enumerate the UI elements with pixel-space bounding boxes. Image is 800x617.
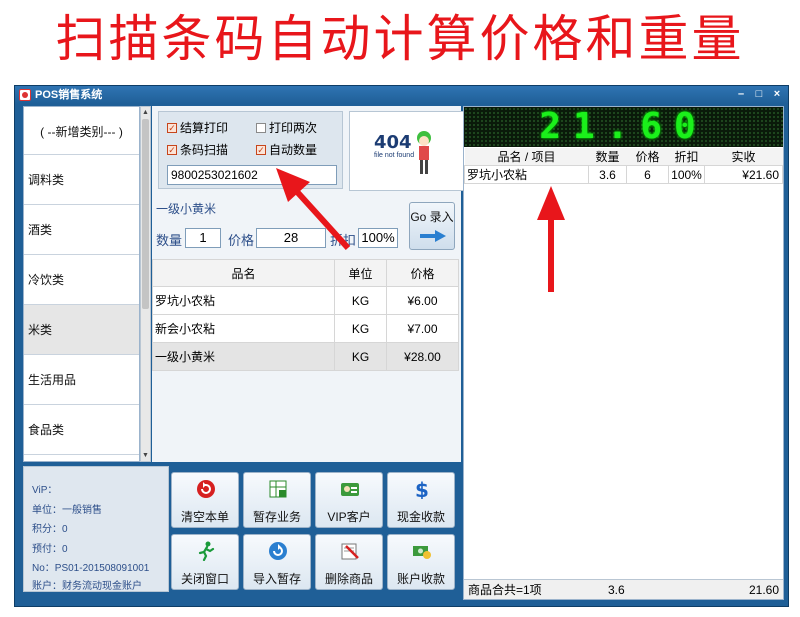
selected-item-name: 一级小黄米 xyxy=(156,202,217,216)
banner-title: 扫描条码自动计算价格和重量 xyxy=(55,10,745,68)
refresh-icon xyxy=(269,542,287,560)
order-info: ViP： 单位：一般销售 积分：0 预付：0 No：PS01-201508091… xyxy=(23,466,169,592)
summary-count: 商品合共=1项 xyxy=(468,583,542,597)
checkmark-icon: ✓ xyxy=(167,122,177,133)
col-header-discount: 折扣 xyxy=(668,148,705,166)
category-list: ( --新增类别--- ) 调料类 酒类 冷饮类 米类 生活用品 食品类 xyxy=(23,106,140,462)
unit-label: 单位：一般销售 xyxy=(32,505,102,516)
checkmark-icon: ✓ xyxy=(167,144,177,155)
category-item[interactable]: 调料类 xyxy=(24,155,139,205)
hold-order-button[interactable]: 暂存业务 xyxy=(243,472,311,528)
annotation-arrow-icon xyxy=(537,186,565,292)
product-image: 404 file not found xyxy=(349,111,464,191)
delete-icon xyxy=(341,543,359,560)
function-buttons: 清空本单 暂存业务 VIP客户 $ 现金收款 关闭窗口 导入暂存 删除商品 账户… xyxy=(171,468,461,594)
qty-label: 数量 xyxy=(156,233,183,248)
summary-total: 21.60 xyxy=(748,583,779,597)
price-label: 价格 xyxy=(228,233,255,248)
table-row[interactable]: 新会小农粘 KG ¥7.00 xyxy=(152,314,459,343)
delete-item-button[interactable]: 删除商品 xyxy=(315,534,383,590)
scroll-down-icon[interactable]: ▼ xyxy=(142,451,149,460)
led-total-display: 21.60 xyxy=(464,107,783,147)
spreadsheet-icon xyxy=(269,480,287,498)
dollar-icon: $ xyxy=(415,479,429,499)
col-header-name: 品名 xyxy=(152,259,335,287)
money-icon xyxy=(413,546,431,559)
table-row[interactable]: 罗坑小农粘 KG ¥6.00 xyxy=(152,286,459,315)
order-number: No：PS01-201508091001 xyxy=(32,563,150,574)
print-twice-checkbox[interactable]: 打印两次 xyxy=(256,119,317,136)
barcode-scan-checkbox[interactable]: ✓ 条码扫描 xyxy=(167,141,228,158)
category-item-selected[interactable]: 米类 xyxy=(24,305,139,355)
cart-panel: 21.60 品名 / 项目 数量 价格 折扣 实收 罗坑小农粘 3.6 6 10… xyxy=(463,106,784,600)
table-row-selected[interactable]: 一级小黄米 KG ¥28.00 xyxy=(152,342,459,371)
arrow-right-icon xyxy=(420,230,446,242)
col-header-unit: 单位 xyxy=(334,259,387,287)
clear-order-button[interactable]: 清空本单 xyxy=(171,472,239,528)
pos-window: POS销售系统 – □ × ( --新增类别--- ) 调料类 酒类 冷饮类 米… xyxy=(14,85,789,607)
category-new[interactable]: ( --新增类别--- ) xyxy=(24,107,139,155)
col-header-price: 价格 xyxy=(386,259,459,287)
vip-card-icon xyxy=(341,483,359,496)
account-label: 账户：财务流动现金账户 xyxy=(32,581,142,592)
print-receipt-checkbox[interactable]: ✓ 结算打印 xyxy=(167,119,228,136)
cash-payment-button[interactable]: $ 现金收款 xyxy=(387,472,455,528)
maximize-button[interactable]: □ xyxy=(752,87,766,101)
annotation-arrow-icon xyxy=(276,168,351,251)
scroll-up-icon[interactable]: ▲ xyxy=(142,108,149,117)
col-header-price: 价格 xyxy=(626,148,669,166)
qty-input[interactable]: 1 xyxy=(185,228,221,248)
account-payment-button[interactable]: 账户收款 xyxy=(387,534,455,590)
svg-text:$: $ xyxy=(415,479,429,499)
checkbox-icon xyxy=(256,122,266,133)
go-enter-button[interactable]: Go 录入 xyxy=(409,202,455,250)
col-header-paid: 实收 xyxy=(704,148,783,166)
led-total: 21.60 xyxy=(539,106,708,147)
mascot-icon xyxy=(417,131,431,174)
col-header-qty: 数量 xyxy=(588,148,627,166)
vip-customer-button[interactable]: VIP客户 xyxy=(315,472,383,528)
logo-404: 404 xyxy=(374,132,412,153)
close-button[interactable]: × xyxy=(770,87,784,101)
vip-label: ViP： xyxy=(32,485,58,496)
prepaid-label: 预付：0 xyxy=(32,544,68,555)
table-row[interactable]: 罗坑小农粘 3.6 6 100% ¥21.60 xyxy=(464,165,783,184)
points-label: 积分：0 xyxy=(32,524,68,535)
cart-summary: 商品合共=1项 3.6 21.60 xyxy=(464,579,783,599)
import-hold-button[interactable]: 导入暂存 xyxy=(243,534,311,590)
close-window-button[interactable]: 关闭窗口 xyxy=(171,534,239,590)
category-item[interactable]: 生活用品 xyxy=(24,355,139,405)
logo-subtitle: file not found xyxy=(374,152,415,159)
category-item[interactable]: 食品类 xyxy=(24,405,139,455)
auto-quantity-checkbox[interactable]: ✓ 自动数量 xyxy=(256,141,317,158)
discount-input[interactable]: 100% xyxy=(358,228,398,248)
minimize-button[interactable]: – xyxy=(734,87,748,101)
category-item[interactable]: 酒类 xyxy=(24,205,139,255)
col-header-item: 品名 / 项目 xyxy=(464,148,589,166)
running-man-icon xyxy=(198,541,215,561)
cart-table: 品名 / 项目 数量 价格 折扣 实收 罗坑小农粘 3.6 6 100% ¥21… xyxy=(464,148,783,184)
title-bar: POS销售系统 – □ × xyxy=(15,86,788,104)
checkmark-icon: ✓ xyxy=(256,144,266,155)
window-title: POS销售系统 xyxy=(35,89,103,101)
category-scrollbar[interactable]: ▲ ▼ xyxy=(140,106,151,462)
scroll-thumb[interactable] xyxy=(142,119,149,309)
category-item[interactable]: 冷饮类 xyxy=(24,255,139,305)
summary-qty: 3.6 xyxy=(608,583,625,597)
undo-icon xyxy=(197,480,215,498)
app-icon xyxy=(19,89,31,101)
product-table: 品名 单位 价格 罗坑小农粘 KG ¥6.00 新会小农粘 KG ¥7.00 一… xyxy=(152,259,459,371)
